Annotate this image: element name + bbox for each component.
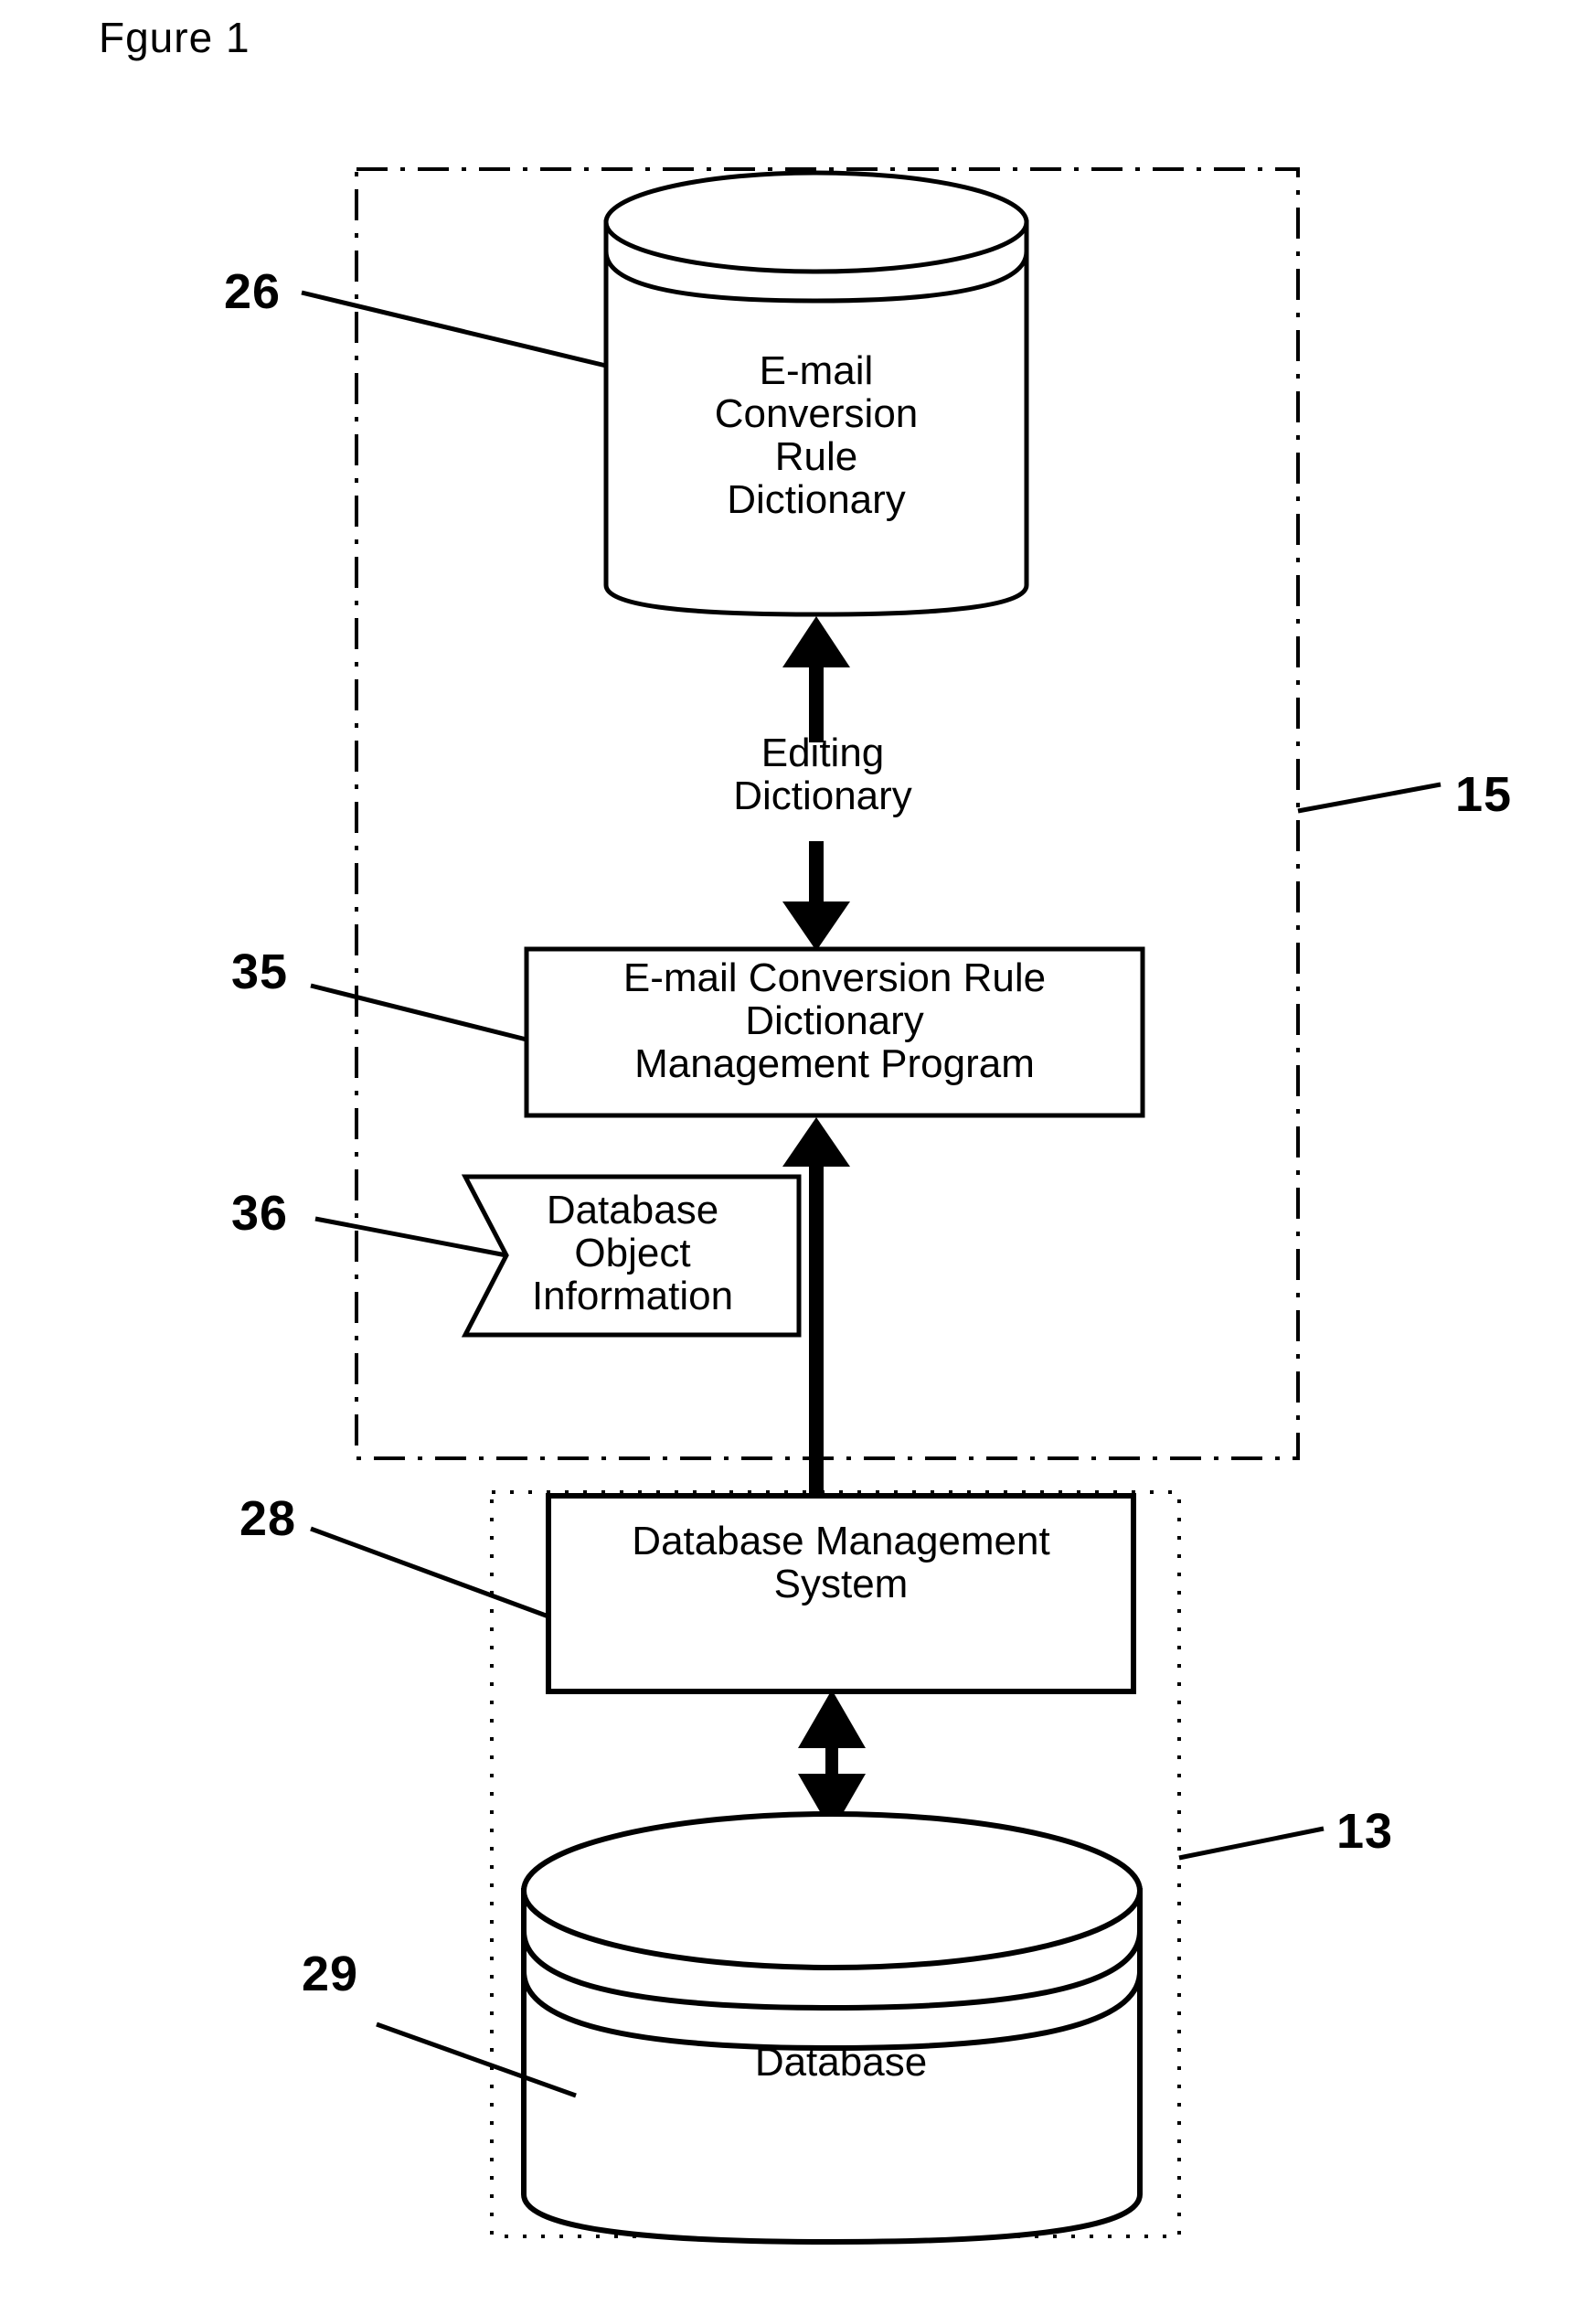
reference-numeral-13: 13 [1336,1804,1394,1859]
dictionary-cylinder-line-2: Conversion [714,391,919,437]
database-cylinder-label: Database [640,2041,1042,2084]
reference-numeral-26: 26 [224,264,282,319]
dictionary-cylinder-line-3: Rule [774,434,858,480]
arrow-double-dbms-database [798,1690,866,1832]
management-program-line-3: Management Program [634,1041,1035,1087]
leader-line-28 [310,1526,549,1619]
leader-line-15 [1297,782,1442,814]
database-object-information-line-2: Object [574,1231,691,1276]
figure-drawing [301,167,1442,2246]
dbms-line-1: Database Management [632,1519,1050,1563]
dictionary-cylinder-line-1: E-mail [759,348,874,393]
dbms-label: Database Management System [548,1520,1133,1606]
dictionary-cylinder-label: E-mail Conversion Rule Dictionary [588,349,1045,521]
database-object-information-line-3: Information [531,1274,734,1319]
reference-numeral-15: 15 [1455,767,1513,822]
leader-line-26 [301,290,607,368]
database-cylinder-line-1: Database [754,2040,928,2085]
management-program-line-2: Dictionary [745,998,924,1044]
database-cylinder-shape [521,1811,1143,2246]
reference-numeral-35: 35 [231,944,289,999]
reference-numeral-28: 28 [239,1491,297,1546]
leader-line-35 [310,983,527,1042]
figure-page: Fgure 1 26 35 36 28 29 15 13 E-mail Conv… [0,0,1596,2315]
management-program-label: E-mail Conversion Rule Dictionary Manage… [527,956,1143,1085]
editing-dictionary-label: Editing Dictionary [649,731,996,817]
management-program-line-1: E-mail Conversion Rule [622,955,1047,1000]
arrow-down-editing-dictionary [782,841,850,951]
editing-dictionary-line-2: Dictionary [733,773,912,819]
database-object-information-label: Database Object Information [468,1189,797,1318]
database-object-information-line-1: Database [546,1188,719,1232]
leader-line-13 [1178,1826,1325,1861]
arrow-up-editing-dictionary [782,616,850,742]
dictionary-cylinder-line-4: Dictionary [727,477,906,523]
reference-numeral-29: 29 [302,1947,359,2001]
editing-dictionary-line-1: Editing [761,731,885,775]
reference-numeral-36: 36 [231,1186,289,1241]
dbms-line-2: System [773,1562,909,1607]
